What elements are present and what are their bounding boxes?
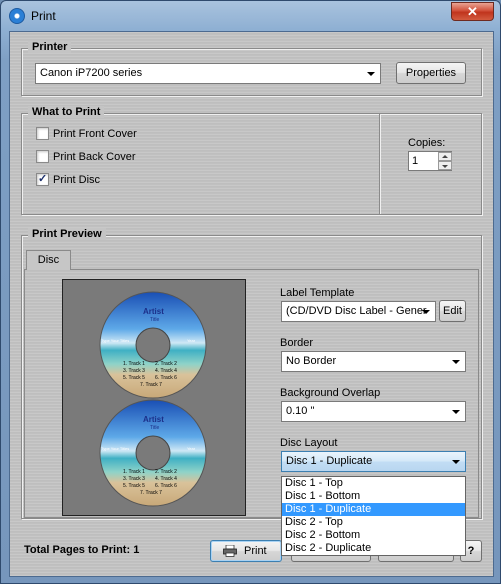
chevron-down-icon xyxy=(452,360,460,364)
print-front-cover-box[interactable] xyxy=(36,127,49,140)
close-button[interactable]: ✕ xyxy=(451,2,494,21)
disc-bottom-year: Year xyxy=(187,446,196,451)
chevron-down-icon xyxy=(367,72,375,76)
disc-top-track-7: 7. Track 7 xyxy=(140,382,162,388)
close-icon: ✕ xyxy=(467,4,478,19)
print-button-label: Print xyxy=(244,545,267,557)
copies-increment-button[interactable] xyxy=(438,152,452,161)
disc-bottom-track-2: 2. Track 2 xyxy=(155,469,177,475)
disc-bottom-title: Title xyxy=(150,425,160,431)
disc-bottom-artist: Artist xyxy=(143,415,164,424)
what-to-print-group-title: What to Print xyxy=(28,106,105,118)
what-to-print-group: What to Print Print Front Cover Print Ba… xyxy=(21,106,482,215)
border-label: Border xyxy=(280,337,314,349)
print-back-cover-box[interactable] xyxy=(36,150,49,163)
dialog-client-area: Printer Canon iP7200 series Properties W… xyxy=(9,31,494,577)
disc-layout-label: Disc Layout xyxy=(280,437,338,449)
chevron-down-icon xyxy=(422,310,430,314)
printer-select[interactable]: Canon iP7200 series xyxy=(35,63,381,84)
edit-template-button[interactable]: Edit xyxy=(439,300,466,322)
printer-group: Printer Canon iP7200 series Properties xyxy=(21,41,482,96)
app-icon xyxy=(9,8,25,24)
disc-layout-value: Disc 1 - Duplicate xyxy=(286,455,373,467)
chevron-down-icon xyxy=(452,460,460,464)
background-overlap-label: Background Overlap xyxy=(280,387,381,399)
disc-layout-option[interactable]: Disc 1 - Top xyxy=(282,477,465,490)
total-pages-label: Total Pages to Print: 1 xyxy=(24,544,140,556)
disc-top-subtitle: Type Your Titles xyxy=(101,338,130,343)
disc-top-year: Year xyxy=(187,338,196,343)
disc-top-track-2: 2. Track 2 xyxy=(155,361,177,367)
disc-preview-canvas: Artist Title Type Your Titles Year 1. Tr… xyxy=(62,279,246,516)
disc-top-track-1: 1. Track 1 xyxy=(123,361,145,367)
chevron-down-icon xyxy=(452,410,460,414)
disc-bottom-track-1: 1. Track 1 xyxy=(123,469,145,475)
disc-layout-dropdown-list: Disc 1 - Top Disc 1 - Bottom Disc 1 - Du… xyxy=(281,476,466,556)
print-back-cover-label: Print Back Cover xyxy=(53,151,136,163)
print-disc-box[interactable] xyxy=(36,172,49,186)
print-button[interactable]: Print xyxy=(210,540,282,562)
disc-top-title: Title xyxy=(150,317,160,323)
tab-disc[interactable]: Disc xyxy=(26,250,71,270)
print-front-cover-label: Print Front Cover xyxy=(53,128,137,140)
print-disc-label: Print Disc xyxy=(53,174,101,186)
disc-top-track-4: 4. Track 4 xyxy=(155,368,177,374)
border-value: No Border xyxy=(286,355,337,367)
disc-bottom-track-3: 3. Track 3 xyxy=(123,476,145,482)
disc-layout-option[interactable]: Disc 2 - Bottom xyxy=(282,529,465,542)
printer-icon xyxy=(223,545,237,557)
disc-layout-option[interactable]: Disc 1 - Bottom xyxy=(282,490,465,503)
background-overlap-value: 0.10 " xyxy=(286,405,315,417)
disc-layout-option-selected[interactable]: Disc 1 - Duplicate xyxy=(282,503,465,516)
copies-value: 1 xyxy=(412,155,419,167)
print-dialog-window: Print ✕ Printer Canon iP7200 series Prop… xyxy=(0,0,501,584)
print-front-cover-checkbox[interactable]: Print Front Cover xyxy=(36,126,166,142)
group-divider xyxy=(379,114,380,214)
label-template-value: (CD/DVD Disc Label - Gener xyxy=(286,305,427,317)
disc-bottom-track-4: 4. Track 4 xyxy=(155,476,177,482)
title-bar[interactable]: Print ✕ xyxy=(1,1,500,31)
disc-layout-option[interactable]: Disc 2 - Duplicate xyxy=(282,542,465,555)
disc-bottom-track-5: 5. Track 5 xyxy=(123,483,145,489)
window-title: Print xyxy=(31,9,56,23)
print-disc-checkbox[interactable]: Print Disc xyxy=(36,172,166,188)
border-select[interactable]: No Border xyxy=(281,351,466,372)
disc-layout-select[interactable]: Disc 1 - Duplicate xyxy=(281,451,466,472)
printer-group-title: Printer xyxy=(28,41,72,53)
disc-bottom-track-7: 7. Track 7 xyxy=(140,490,162,496)
copies-label: Copies: xyxy=(408,137,446,149)
disc-top-track-3: 3. Track 3 xyxy=(123,368,145,374)
background-overlap-select[interactable]: 0.10 " xyxy=(281,401,466,422)
disc-top-artist: Artist xyxy=(143,307,164,316)
disc-top-track-6: 6. Track 6 xyxy=(155,375,177,381)
properties-button[interactable]: Properties xyxy=(396,62,466,84)
print-back-cover-checkbox[interactable]: Print Back Cover xyxy=(36,149,166,165)
label-template-label: Label Template xyxy=(280,287,355,299)
copies-decrement-button[interactable] xyxy=(438,161,452,170)
disc-bottom-track-6: 6. Track 6 xyxy=(155,483,177,489)
disc-bottom-subtitle: Type Your Titles xyxy=(101,446,130,451)
label-template-select[interactable]: (CD/DVD Disc Label - Gener xyxy=(281,301,436,322)
print-preview-group-title: Print Preview xyxy=(28,228,106,240)
disc-top-track-5: 5. Track 5 xyxy=(123,375,145,381)
disc-layout-option[interactable]: Disc 2 - Top xyxy=(282,516,465,529)
printer-select-value: Canon iP7200 series xyxy=(40,67,143,79)
